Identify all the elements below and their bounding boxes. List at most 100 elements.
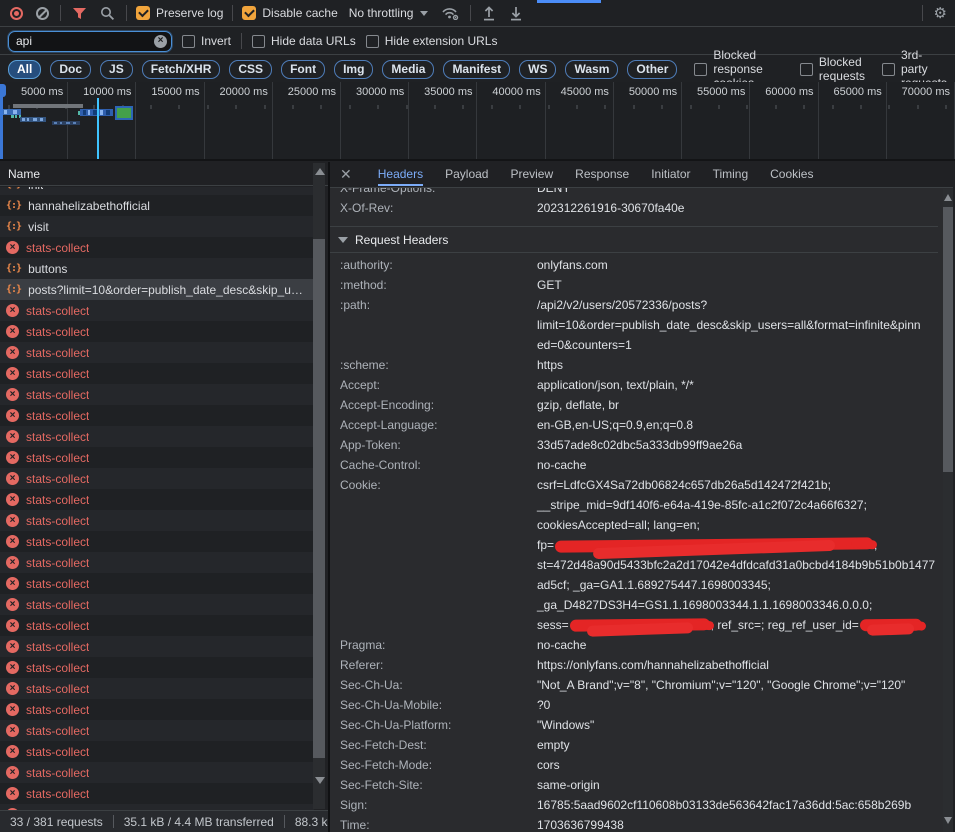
tab-cookies[interactable]: Cookies [770,163,813,186]
waterfall-activity-bar [22,118,25,121]
header-row: :method:GET [330,275,938,295]
type-filter-pill-fetch-xhr[interactable]: Fetch/XHR [142,60,221,79]
waterfall-activity-bar [100,110,103,115]
import-har-button[interactable] [480,4,498,23]
details-scrollbar[interactable] [943,189,953,832]
request-row[interactable]: ×stats-collect [0,636,314,657]
type-filter-pill-manifest[interactable]: Manifest [443,60,510,79]
tab-payload[interactable]: Payload [445,163,488,186]
request-row[interactable]: ×stats-collect [0,384,314,405]
request-row[interactable]: ×stats-collect [0,510,314,531]
request-row[interactable]: {:}hannahelizabethofficial [0,195,314,216]
request-row[interactable]: ×stats-collect [0,531,314,552]
request-row[interactable]: ×stats-collect [0,363,314,384]
tab-initiator[interactable]: Initiator [651,163,690,186]
waterfall-activity-bar [27,118,29,121]
request-row[interactable]: ×stats-collect [0,321,314,342]
request-row[interactable]: ×stats-collect [0,468,314,489]
request-name: stats-collect [26,556,89,570]
request-row[interactable]: {:}visit [0,216,314,237]
header-name: Cache-Control: [340,455,537,475]
tab-preview[interactable]: Preview [510,163,553,186]
request-row[interactable]: ×stats-collect [0,594,314,615]
clear-filter-icon[interactable]: × [154,35,167,48]
header-row: App-Token:33d57ade8c02dbc5a333db99ff9ae2… [330,435,938,455]
request-row[interactable]: ×stats-collect [0,678,314,699]
throttling-select[interactable]: No throttling [347,6,431,20]
scroll-down-icon[interactable] [944,817,952,824]
type-filter-pill-other[interactable]: Other [627,60,677,79]
request-row[interactable]: ×stats-collect [0,405,314,426]
request-row[interactable]: ×stats-collect [0,489,314,510]
request-row[interactable]: ×stats-collect [0,762,314,783]
type-filter-pill-wasm[interactable]: Wasm [565,60,618,79]
request-row[interactable]: ×stats-collect [0,741,314,762]
request-row[interactable]: ×stats-collect [0,720,314,741]
type-filter-pill-img[interactable]: Img [334,60,373,79]
scroll-up-icon[interactable] [944,194,952,201]
tab-response[interactable]: Response [575,163,629,186]
type-filter-pill-css[interactable]: CSS [229,60,272,79]
type-filter-pill-js[interactable]: JS [100,60,133,79]
request-row[interactable]: ×stats-collect [0,237,314,258]
network-conditions-button[interactable] [439,4,461,22]
request-row[interactable]: {:}init [0,187,314,195]
overview-minor-tick [945,105,947,109]
network-overview-timeline[interactable]: 5000 ms10000 ms15000 ms20000 ms25000 ms3… [0,82,955,161]
request-row-selected[interactable]: {:}posts?limit=10&order=publish_date_des… [0,279,314,300]
network-main-split: Name {:}init{:}hannahelizabethofficial{:… [0,162,955,832]
request-row[interactable]: ×stats-collect [0,342,314,363]
request-failed-icon: × [6,388,19,401]
request-row[interactable]: ×stats-collect [0,426,314,447]
request-row[interactable]: ×stats-collect [0,300,314,321]
hide-extension-urls-checkbox[interactable]: Hide extension URLs [366,34,498,48]
request-row[interactable]: ×stats-collect [0,783,314,804]
invert-checkbox[interactable]: Invert [182,34,231,48]
type-filter-pill-media[interactable]: Media [382,60,434,79]
tab-headers[interactable]: Headers [378,163,423,186]
column-header-name[interactable]: Name [0,162,328,186]
header-value: onlyfans.com [537,255,608,275]
request-row[interactable]: ×stats-collect [0,615,314,636]
request-row[interactable]: {:}buttons [0,258,314,279]
request-name: stats-collect [26,367,89,381]
request-row[interactable]: ×stats-collect [0,699,314,720]
scrollbar-thumb[interactable] [313,239,325,758]
hide-data-urls-checkbox[interactable]: Hide data URLs [252,34,356,48]
request-row[interactable]: ×stats-collect [0,657,314,678]
section-divider [330,218,938,227]
search-button[interactable] [98,4,117,23]
request-name: stats-collect [26,787,89,801]
request-failed-icon: × [6,514,19,527]
tab-timing[interactable]: Timing [713,163,749,186]
disable-cache-checkbox[interactable]: Disable cache [242,6,337,20]
checkbox-unchecked-icon [252,35,265,48]
settings-button[interactable]: ⚙ [932,4,949,23]
export-har-button[interactable] [507,4,525,23]
type-filter-pill-doc[interactable]: Doc [50,60,91,79]
record-button[interactable] [8,5,25,22]
request-row[interactable]: ×stats-collect [0,552,314,573]
request-failed-icon: × [6,619,19,632]
request-headers-section-toggle[interactable]: Request Headers [330,227,938,253]
request-row[interactable]: ×stats-collect [0,447,314,468]
type-filter-pill-all[interactable]: All [8,60,41,79]
request-row[interactable]: ×stats-collect [0,573,314,594]
clear-button[interactable] [34,5,51,22]
request-list-scrollbar[interactable] [313,163,325,809]
filter-input[interactable] [8,31,172,52]
scrollbar-thumb[interactable] [943,207,953,472]
preserve-log-checkbox[interactable]: Preserve log [136,6,223,20]
scroll-down-icon[interactable] [315,777,325,784]
filter-toggle-button[interactable] [70,5,89,22]
overview-event-marker [117,108,131,118]
scroll-up-icon[interactable] [315,168,325,175]
overview-tick-label: 35000 ms [424,86,472,98]
record-icon [10,7,23,20]
type-filter-pill-ws[interactable]: WS [519,60,556,79]
blocked-requests-checkbox[interactable]: Blocked requests [800,55,865,83]
overview-minor-tick [207,105,209,109]
close-icon[interactable]: ✕ [340,166,352,183]
type-filter-pill-font[interactable]: Font [281,60,325,79]
request-name: stats-collect [26,724,89,738]
